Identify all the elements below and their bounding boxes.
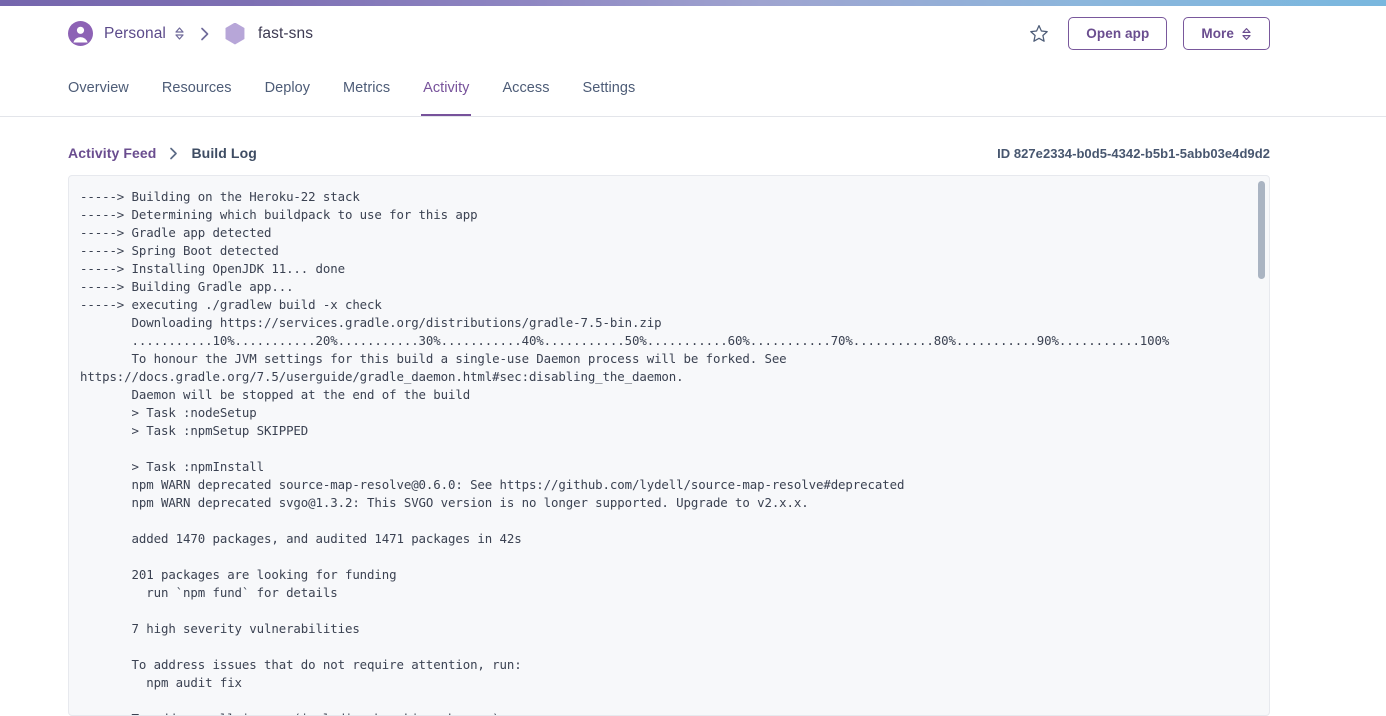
log-line: -----> Determining which buildpack to us…: [80, 207, 478, 222]
breadcrumb: Activity Feed Build Log: [68, 145, 997, 161]
tab-activity[interactable]: Activity: [421, 61, 472, 116]
log-line: > Task :npmSetup SKIPPED: [80, 423, 309, 438]
log-line: npm audit fix: [80, 675, 242, 690]
org-name-label[interactable]: Personal: [104, 25, 166, 43]
log-line: > Task :nodeSetup: [80, 405, 257, 420]
log-line: Downloading https://services.gradle.org/…: [80, 315, 662, 330]
log-line: -----> Building on the Heroku-22 stack: [80, 189, 360, 204]
chevron-up-down-icon[interactable]: [174, 26, 185, 41]
open-app-label: Open app: [1086, 26, 1150, 41]
open-app-button[interactable]: Open app: [1068, 17, 1168, 50]
primary-nav: Overview Resources Deploy Metrics Activity Ac…: [0, 61, 1386, 117]
log-line: -----> Building Gradle app...: [80, 279, 294, 294]
log-line: -----> Installing OpenJDK 11... done: [80, 261, 345, 276]
breadcrumb-build-log: Build Log: [191, 145, 257, 161]
tab-settings[interactable]: Settings: [583, 61, 636, 116]
log-line: -----> Spring Boot detected: [80, 243, 279, 258]
log-line: https://docs.gradle.org/7.5/userguide/gr…: [80, 369, 684, 384]
log-line: 7 high severity vulnerabilities: [80, 621, 360, 636]
tab-list: Overview Resources Deploy Metrics Activity Ac…: [68, 61, 1318, 116]
log-line: run `npm fund` for details: [80, 585, 338, 600]
tab-overview[interactable]: Overview: [68, 61, 129, 116]
tab-deploy[interactable]: Deploy: [265, 61, 310, 116]
page-subheader: Activity Feed Build Log ID 827e2334-b0d5…: [0, 117, 1386, 161]
user-avatar-icon[interactable]: [68, 21, 93, 46]
log-line: npm WARN deprecated svgo@1.3.2: This SVG…: [80, 495, 809, 510]
header-breadcrumb: Personal fast-sns: [68, 21, 1026, 46]
log-line: Daemon will be stopped at the end of the…: [80, 387, 471, 402]
tab-resources[interactable]: Resources: [162, 61, 232, 116]
build-log-scrollbar-thumb[interactable]: [1258, 181, 1265, 279]
app-name-label[interactable]: fast-sns: [258, 25, 313, 43]
build-id-label: ID 827e2334-b0d5-4342-b5b1-5abb03e4d9d2: [997, 145, 1270, 161]
more-button[interactable]: More: [1183, 17, 1270, 50]
app-header: Personal fast-sns Open app More: [0, 6, 1386, 61]
log-line: -----> Gradle app detected: [80, 225, 272, 240]
star-outline-icon[interactable]: [1026, 21, 1052, 47]
tab-metrics[interactable]: Metrics: [343, 61, 390, 116]
log-line: ...........10%...........20%...........3…: [80, 333, 1170, 348]
log-line: To address issues that do not require at…: [80, 657, 522, 672]
header-actions: Open app More: [1026, 17, 1270, 50]
chevron-right-icon: [168, 147, 179, 160]
log-line: 201 packages are looking for funding: [80, 567, 397, 582]
log-line: > Task :npmInstall: [80, 459, 265, 474]
breadcrumb-activity-feed[interactable]: Activity Feed: [68, 145, 156, 161]
build-log-panel: -----> Building on the Heroku-22 stack --…: [68, 175, 1270, 716]
build-log-scrollbar[interactable]: [1258, 179, 1265, 712]
chevron-right-icon: [199, 27, 210, 41]
build-log-output[interactable]: -----> Building on the Heroku-22 stack --…: [69, 176, 1269, 715]
more-label: More: [1201, 26, 1234, 41]
chevron-up-down-icon: [1241, 27, 1252, 41]
log-line: To address all issues (including breakin…: [80, 710, 1243, 715]
log-line: To honour the JVM settings for this buil…: [80, 351, 787, 366]
log-line: -----> executing ./gradlew build -x chec…: [80, 297, 382, 312]
tab-access[interactable]: Access: [502, 61, 549, 116]
hexagon-app-icon: [225, 22, 245, 45]
log-line: added 1470 packages, and audited 1471 pa…: [80, 531, 522, 546]
log-line: npm WARN deprecated source-map-resolve@0…: [80, 477, 905, 492]
